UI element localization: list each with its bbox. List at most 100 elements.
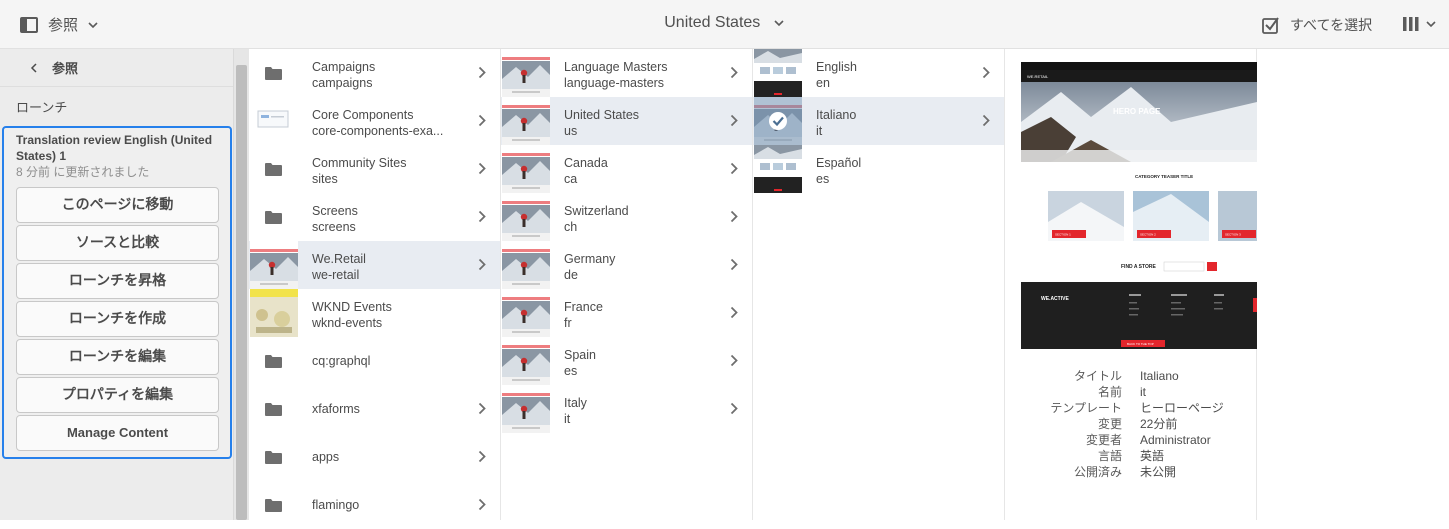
item-name: it xyxy=(564,412,571,426)
launches-section-title: ローンチ xyxy=(16,99,68,115)
rail-scrollbar[interactable] xyxy=(234,49,249,520)
column-item[interactable]: France fr xyxy=(501,289,752,337)
item-text: flamingo xyxy=(312,497,359,513)
page-thumbnail xyxy=(502,241,550,289)
item-text: cq:graphql xyxy=(312,353,370,369)
sidebar-icon xyxy=(20,16,38,33)
edit-launch-button[interactable]: ローンチを編集 xyxy=(16,339,219,375)
chevron-right-icon xyxy=(730,354,738,367)
metadata-value: 英語 xyxy=(1140,449,1165,463)
item-name: campaigns xyxy=(312,76,373,90)
metadata-row: 名前 it xyxy=(1005,384,1257,400)
rail-toggle-label: 参照 xyxy=(48,17,79,34)
page-preview-thumbnail[interactable]: WE.RETAIL HERO PAGE CATEGORY TEASER TITL… xyxy=(1021,62,1257,349)
page-thumbnail xyxy=(502,193,550,241)
item-text: France fr xyxy=(564,299,603,331)
column-item[interactable]: Spain es xyxy=(501,337,752,385)
launch-title: Translation review English (United State… xyxy=(16,133,213,163)
promote-launch-button[interactable]: ローンチを昇格 xyxy=(16,263,219,299)
column-item[interactable]: Italiano it xyxy=(753,97,1004,145)
go-to-page-button[interactable]: このページに移動 xyxy=(16,187,219,223)
chevron-right-icon xyxy=(730,402,738,415)
compare-with-source-button[interactable]: ソースと比較 xyxy=(16,225,219,261)
metadata-row: 公開済み 未公開 xyxy=(1005,464,1257,480)
column-item[interactable]: United States us xyxy=(501,97,752,145)
item-text: United States us xyxy=(564,107,639,139)
item-name: fr xyxy=(564,316,572,330)
item-text: xfaforms xyxy=(312,401,360,417)
edit-properties-button[interactable]: プロパティを編集 xyxy=(16,377,219,413)
column-item[interactable]: Community Sites sites xyxy=(249,145,500,193)
item-title: Campaigns xyxy=(312,60,376,74)
checkbox-icon xyxy=(1262,17,1279,34)
column-item[interactable]: cq:graphql xyxy=(249,337,500,385)
chevron-right-icon xyxy=(730,210,738,223)
item-text: Campaigns campaigns xyxy=(312,59,375,91)
metadata-row: テンプレート ヒーローページ xyxy=(1005,400,1257,416)
page-thumbnail xyxy=(502,337,550,385)
chevron-right-icon xyxy=(478,450,486,463)
item-text: Language Masters language-masters xyxy=(564,59,668,91)
item-title: Español xyxy=(816,156,862,170)
item-title: Spain xyxy=(564,348,596,362)
view-switcher[interactable] xyxy=(1402,16,1436,32)
column-item[interactable]: We.Retail we-retail xyxy=(249,241,500,289)
column-item[interactable]: Canada ca xyxy=(501,145,752,193)
preview-find-store: FIND A STORE xyxy=(1121,264,1156,270)
preview-section-3: SECTION 3 xyxy=(1225,233,1241,237)
chevron-right-icon xyxy=(478,114,486,127)
page-thumbnail xyxy=(502,145,550,193)
rail-toggle[interactable]: 参照 xyxy=(20,14,98,35)
metadata-panel: タイトル Italiano 名前 it テンプレート ヒーローページ 変更 22分前 変更者 Ad… xyxy=(1005,368,1257,480)
chevron-right-icon xyxy=(478,66,486,79)
column-item[interactable]: Campaigns campaigns xyxy=(249,49,500,97)
column-item[interactable]: Core Components core-components-exa... xyxy=(249,97,500,145)
column-sites: Campaigns campaigns Core Components core-co… xyxy=(249,49,501,520)
folder-icon xyxy=(265,499,282,512)
item-title: cq:graphql xyxy=(312,354,371,368)
column-item[interactable]: English en xyxy=(753,49,1004,97)
metadata-value: 未公開 xyxy=(1140,465,1177,479)
chevron-right-icon xyxy=(478,402,486,415)
rail-back-button[interactable]: 参照 xyxy=(0,49,233,87)
chevron-right-icon xyxy=(730,306,738,319)
item-text: Italy it xyxy=(564,395,587,427)
item-name: es xyxy=(816,172,830,186)
page-thumbnail xyxy=(754,49,802,97)
column-item[interactable]: flamingo xyxy=(249,481,500,529)
column-item[interactable]: xfaforms xyxy=(249,385,500,433)
select-all-button[interactable]: すべてを選択 xyxy=(1262,15,1372,35)
item-name: es xyxy=(564,364,578,378)
chevron-right-icon xyxy=(730,162,738,175)
item-text: WKND Events wknd-events xyxy=(312,299,392,331)
column-item[interactable]: apps xyxy=(249,433,500,481)
folder-icon xyxy=(265,211,282,224)
metadata-key: テンプレート xyxy=(1050,401,1122,415)
chevron-down-icon xyxy=(774,20,784,27)
chevron-right-icon xyxy=(730,114,738,127)
item-name: de xyxy=(564,268,578,282)
column-view-icon xyxy=(1403,17,1419,31)
scrollbar-thumb[interactable] xyxy=(236,65,247,520)
column-item[interactable]: Español es xyxy=(753,145,1004,193)
rail-back-label: 参照 xyxy=(52,61,79,76)
location-title-button[interactable]: United States xyxy=(664,14,785,31)
item-text: Screens screens xyxy=(312,203,358,235)
item-name: wknd-events xyxy=(312,316,383,330)
references-rail: 参照 ローンチ Translation review English (Unit… xyxy=(0,49,234,520)
column-item[interactable]: Switzerland ch xyxy=(501,193,752,241)
chevron-right-icon xyxy=(478,210,486,223)
item-name: us xyxy=(564,124,578,138)
create-launch-button[interactable]: ローンチを作成 xyxy=(16,301,219,337)
manage-content-button[interactable]: Manage Content xyxy=(16,415,219,451)
column-item[interactable]: WKND Events wknd-events xyxy=(249,289,500,337)
metadata-row: 変更者 Administrator xyxy=(1005,432,1257,448)
column-we-retail: Language Masters language-masters United S… xyxy=(501,49,753,520)
metadata-row: 変更 22分前 xyxy=(1005,416,1257,432)
column-item[interactable]: Germany de xyxy=(501,241,752,289)
column-item[interactable]: Screens screens xyxy=(249,193,500,241)
launch-card[interactable]: Translation review English (United State… xyxy=(2,126,232,459)
metadata-value: it xyxy=(1140,385,1146,399)
column-item[interactable]: Language Masters language-masters xyxy=(501,49,752,97)
column-item[interactable]: Italy it xyxy=(501,385,752,433)
